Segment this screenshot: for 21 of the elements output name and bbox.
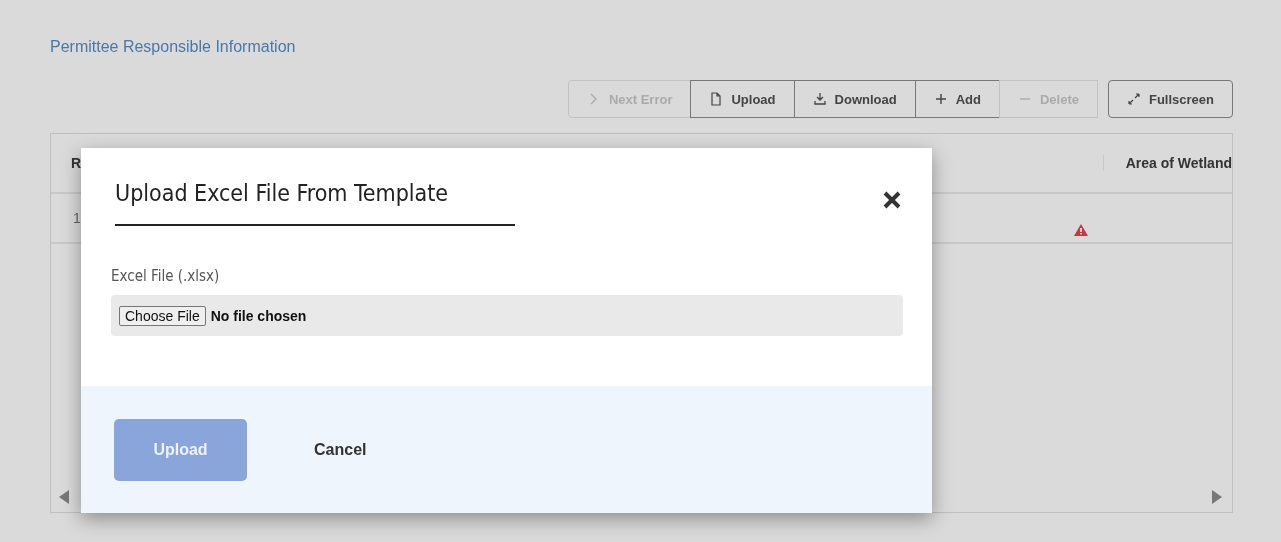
close-icon[interactable] bbox=[882, 190, 902, 210]
file-input-field[interactable]: Choose File No file chosen bbox=[111, 295, 903, 336]
expand-icon bbox=[1126, 92, 1141, 106]
field-label: Excel File (.xlsx) bbox=[111, 267, 220, 285]
download-icon bbox=[812, 92, 827, 106]
scroll-left-icon[interactable] bbox=[59, 490, 69, 504]
toolbar-button[interactable]: Download bbox=[793, 80, 916, 118]
plus-icon bbox=[933, 92, 948, 106]
toolbar-button[interactable]: Fullscreen bbox=[1107, 80, 1233, 118]
document-icon bbox=[709, 92, 724, 106]
table-cell: 1 bbox=[73, 210, 81, 226]
scroll-right-icon[interactable] bbox=[1212, 490, 1222, 504]
cancel-button[interactable]: Cancel bbox=[294, 432, 387, 467]
file-status: No file chosen bbox=[210, 307, 307, 324]
toolbar-button[interactable]: Add bbox=[914, 80, 1000, 118]
dialog-title: Upload Excel File From Template bbox=[115, 180, 515, 226]
column-header: R bbox=[71, 155, 82, 171]
section-title: Permittee Responsible Information bbox=[50, 38, 297, 56]
choose-file-button[interactable]: Choose File bbox=[119, 305, 206, 326]
column-header: Area of Wetland bbox=[1102, 155, 1232, 171]
toolbar-button[interactable]: Upload bbox=[690, 80, 795, 118]
